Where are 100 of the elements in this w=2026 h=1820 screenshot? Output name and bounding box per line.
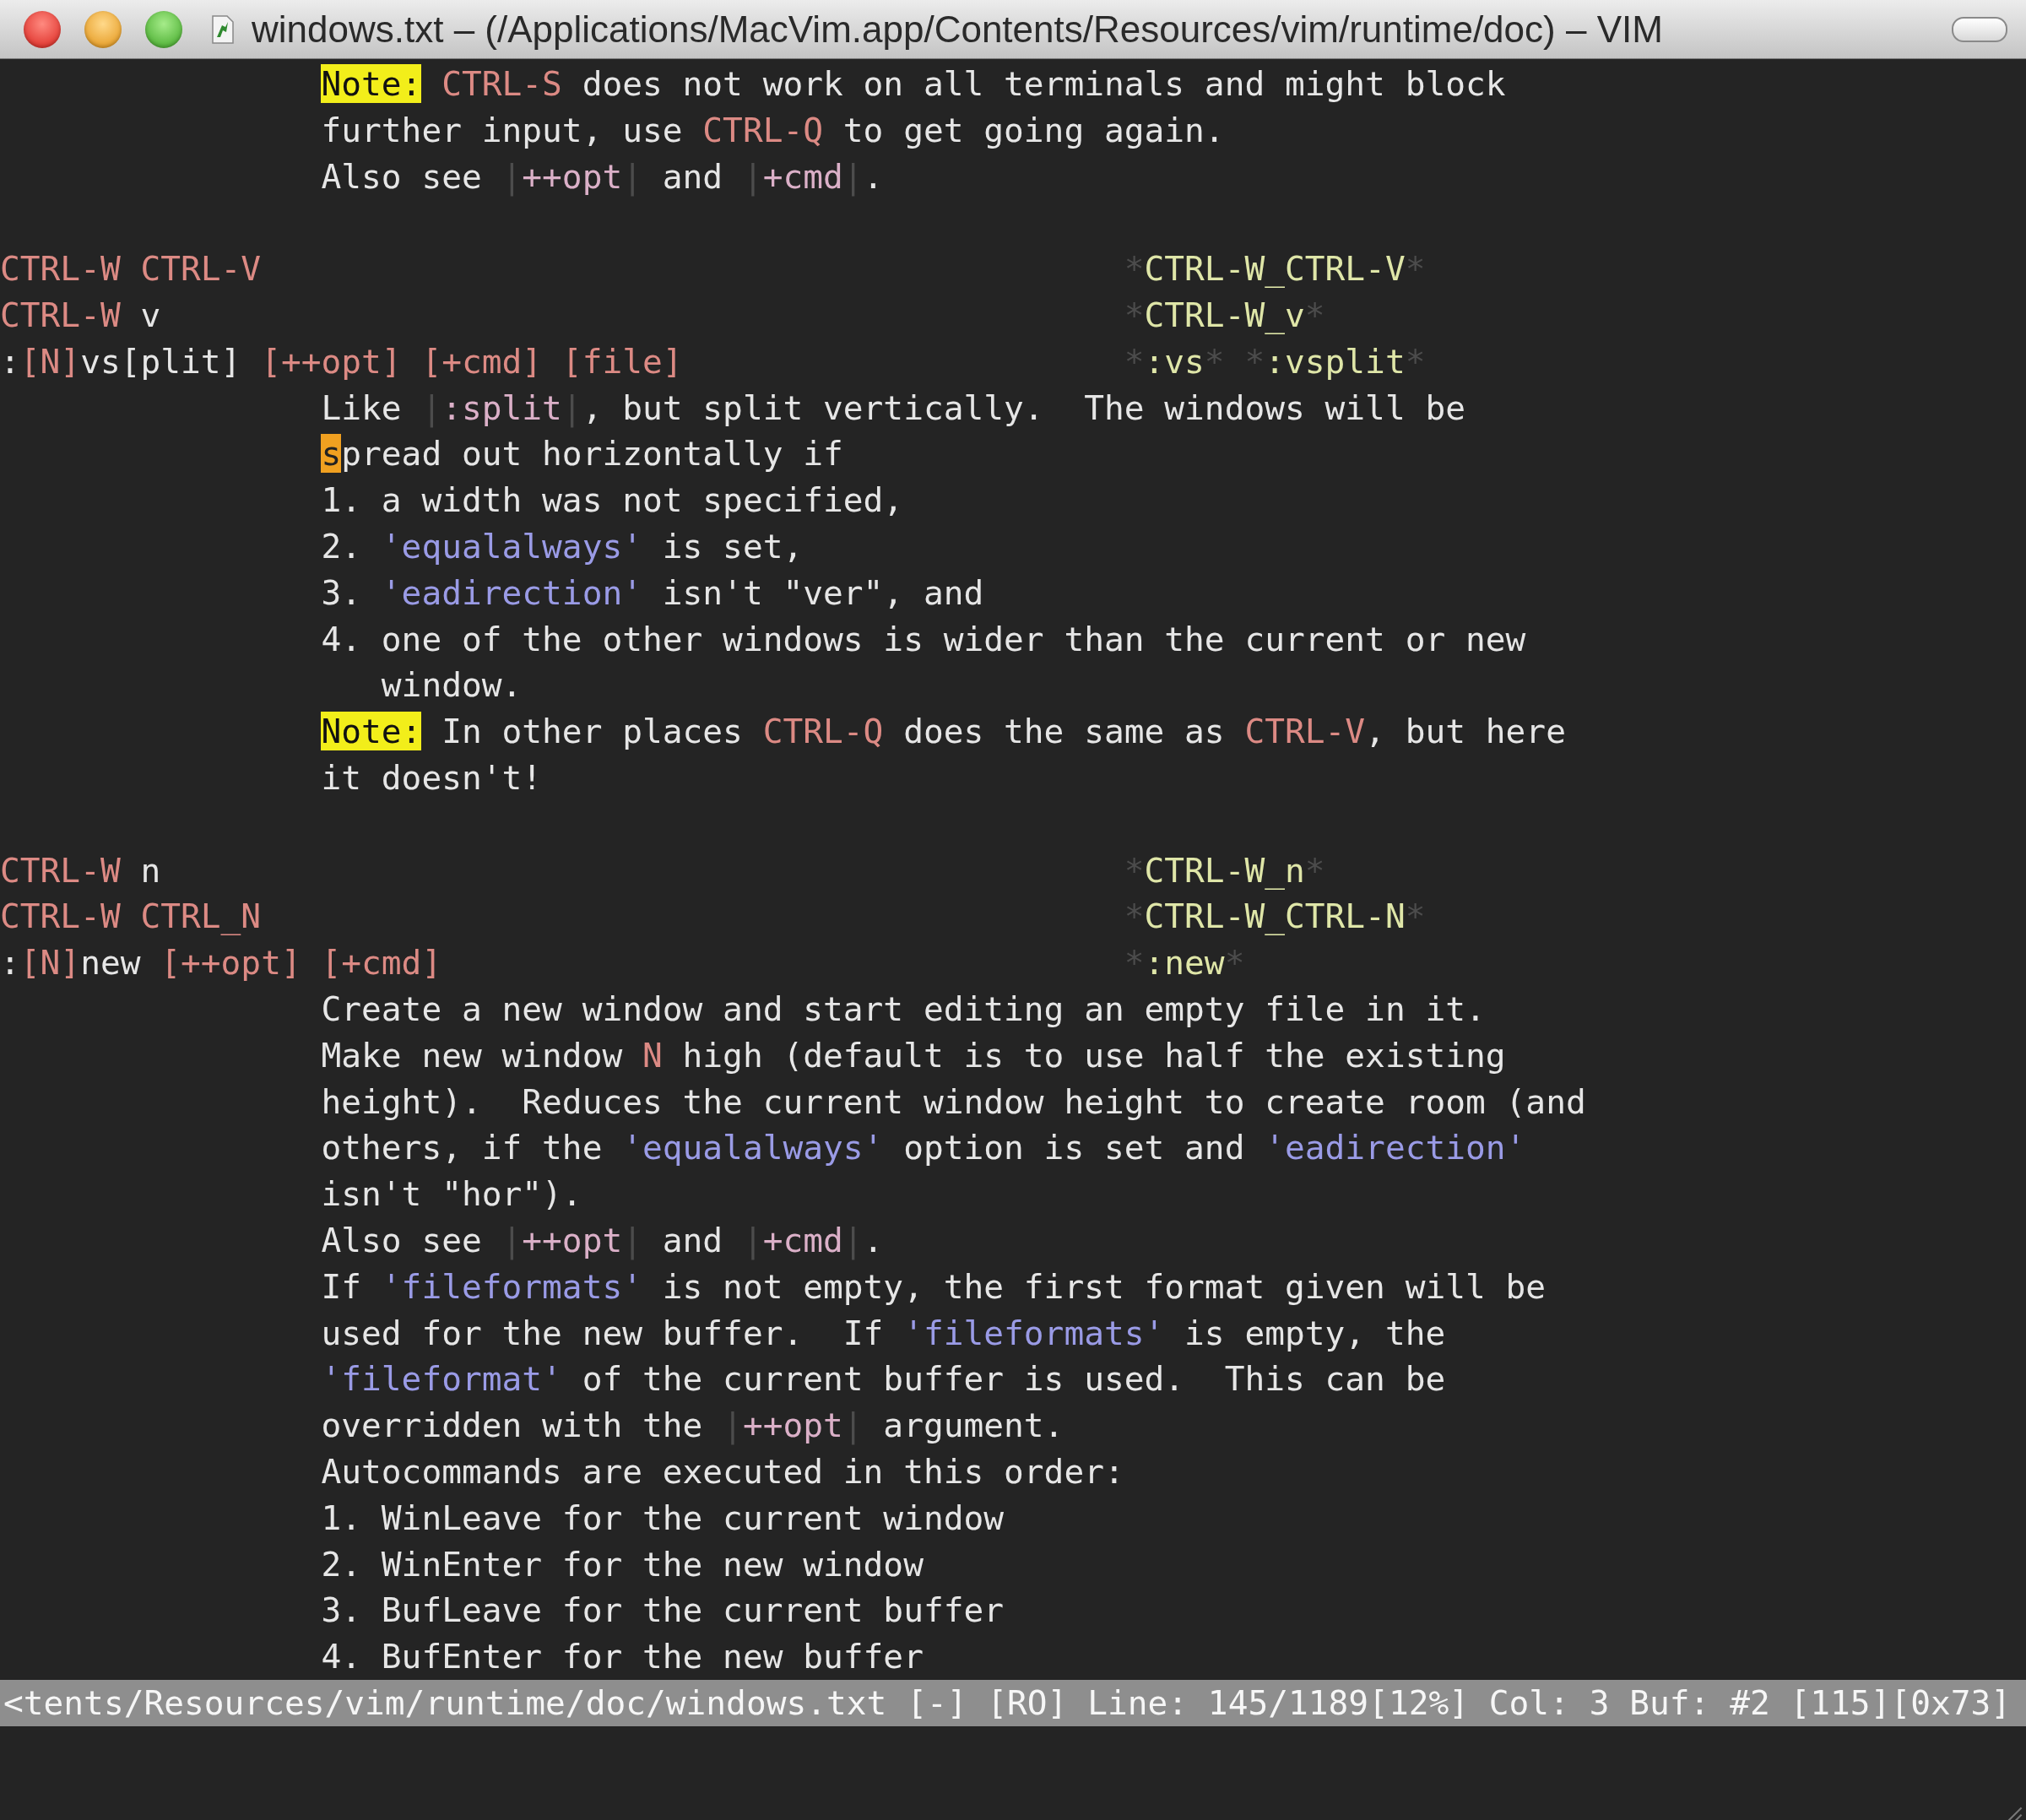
help-text: is set, <box>661 526 804 566</box>
concealed-marker: * <box>1405 249 1426 289</box>
help-text: . <box>863 1220 884 1259</box>
help-text: Like <box>321 387 403 427</box>
minimize-button[interactable] <box>84 10 122 48</box>
note-label: Note: <box>321 64 422 103</box>
help-text: is not empty, the first format given will be <box>661 1266 1547 1306</box>
concealed-marker: * <box>1405 341 1426 381</box>
help-link[interactable]: :split <box>441 387 562 427</box>
help-tag: CTRL-W_CTRL-N <box>1144 896 1406 936</box>
concealed-marker: | <box>842 156 864 196</box>
help-tag: :vs <box>1144 341 1205 381</box>
concealed-marker: * <box>1124 341 1145 381</box>
key-notation: [N] <box>19 341 81 381</box>
concealed-marker: | <box>421 387 442 427</box>
toolbar-toggle-button[interactable] <box>1952 16 2007 42</box>
help-text: , but here <box>1365 712 1566 751</box>
help-text: , but split vertically. The windows will be <box>582 387 1465 427</box>
help-text: used for the new buffer. If <box>321 1313 885 1352</box>
help-link[interactable]: +cmd <box>762 1220 843 1259</box>
help-link[interactable]: ++opt <box>522 156 623 196</box>
option-name: 'equalalways' <box>622 1128 884 1167</box>
key-notation: [N] <box>19 943 81 983</box>
key-notation: N <box>642 1035 663 1075</box>
concealed-marker: | <box>622 156 642 196</box>
help-link[interactable]: ++opt <box>522 1220 623 1259</box>
concealed-marker: * * <box>1204 341 1265 381</box>
note-label: Note: <box>321 712 422 751</box>
help-text: high (default is to use half the existing <box>681 1035 1506 1075</box>
help-text: to get going again. <box>842 110 1225 149</box>
help-text: : <box>0 943 20 983</box>
help-text: others, if the <box>321 1128 604 1167</box>
help-text: and <box>661 156 724 196</box>
concealed-marker: | <box>561 387 582 427</box>
help-text: 2. WinEnter for the new window <box>321 1544 924 1584</box>
key-notation: CTRL-W CTRL_N <box>0 896 262 936</box>
key-notation: [++opt] [+cmd] [file] <box>260 341 683 381</box>
text-cursor: s <box>321 434 342 474</box>
help-text: 4. BufEnter for the new buffer <box>321 1637 924 1676</box>
help-text: vs[plit] <box>80 341 241 381</box>
key-notation: CTRL-S <box>441 64 562 103</box>
concealed-marker: | <box>742 1220 763 1259</box>
help-text: it doesn't! <box>321 757 543 797</box>
option-name: 'eadirection' <box>1265 1128 1526 1167</box>
concealed-marker: | <box>622 1220 642 1259</box>
help-tag: CTRL-W_n <box>1144 850 1305 890</box>
help-text: v <box>139 295 161 334</box>
help-link[interactable]: ++opt <box>742 1406 843 1445</box>
concealed-marker: * <box>1405 896 1426 936</box>
key-notation: CTRL-V <box>1244 712 1366 751</box>
document-icon <box>211 14 235 44</box>
help-text: 3. <box>321 572 363 612</box>
help-text: In other places <box>441 712 744 751</box>
help-text: . <box>863 156 884 196</box>
help-text: 4. one of the other windows is wider than the current or new <box>321 619 1526 658</box>
help-text: window. <box>380 665 523 705</box>
help-text: n <box>139 850 161 890</box>
help-text: 3. BufLeave for the current buffer <box>321 1590 1005 1630</box>
key-notation: CTRL-W CTRL-V <box>0 249 262 289</box>
concealed-marker: | <box>742 156 763 196</box>
concealed-marker: * <box>1304 295 1325 334</box>
close-button[interactable] <box>24 10 61 48</box>
help-link[interactable]: +cmd <box>762 156 843 196</box>
option-name: 'fileformat' <box>321 1359 562 1399</box>
help-text: isn't "hor"). <box>321 1174 582 1214</box>
help-text: Create a new window and start editing an empty file in it. <box>321 989 1486 1028</box>
key-notation: CTRL-W <box>0 295 121 334</box>
help-text: Autocommands are executed in this order: <box>321 1451 1124 1491</box>
help-text: Make new window <box>321 1035 624 1075</box>
help-text: 1. a width was not specified, <box>321 480 904 520</box>
concealed-marker: * <box>1124 896 1145 936</box>
key-notation: CTRL-Q <box>762 712 884 751</box>
concealed-marker: | <box>842 1406 864 1445</box>
help-text: : <box>0 341 20 381</box>
help-text: does the same as <box>902 712 1226 751</box>
help-text: pread out horizontally if <box>341 434 843 474</box>
help-text: option is set and <box>902 1128 1246 1167</box>
concealed-marker: | <box>723 1406 743 1445</box>
concealed-marker: * <box>1124 850 1145 890</box>
concealed-marker: * <box>1124 249 1145 289</box>
help-tag: :vsplit <box>1265 341 1406 381</box>
help-text: further input, use <box>321 110 684 149</box>
zoom-button[interactable] <box>145 10 182 48</box>
help-text: Also see <box>321 1220 483 1259</box>
concealed-marker: | <box>501 156 523 196</box>
help-text: 1. WinLeave for the current window <box>321 1498 1005 1537</box>
window-title: windows.txt – (/Applications/MacVim.app/Contents/Resources/vim/runtime/doc) – VIM <box>252 8 1664 51</box>
help-text: 2. <box>321 526 363 566</box>
help-text: does not work on all terminals and might block <box>581 64 1506 103</box>
help-text: argument. <box>882 1406 1064 1445</box>
concealed-marker: * <box>1124 295 1145 334</box>
help-text: overridden with the <box>321 1406 704 1445</box>
help-tag: :new <box>1144 943 1225 983</box>
help-text: new <box>80 943 141 983</box>
option-name: 'fileformats' <box>381 1266 642 1306</box>
help-tag: CTRL-W_v <box>1144 295 1305 334</box>
help-tag: CTRL-W_CTRL-V <box>1144 249 1406 289</box>
help-text: and <box>661 1220 724 1259</box>
concealed-marker: | <box>501 1220 523 1259</box>
key-notation: [++opt] [+cmd] <box>160 943 442 983</box>
